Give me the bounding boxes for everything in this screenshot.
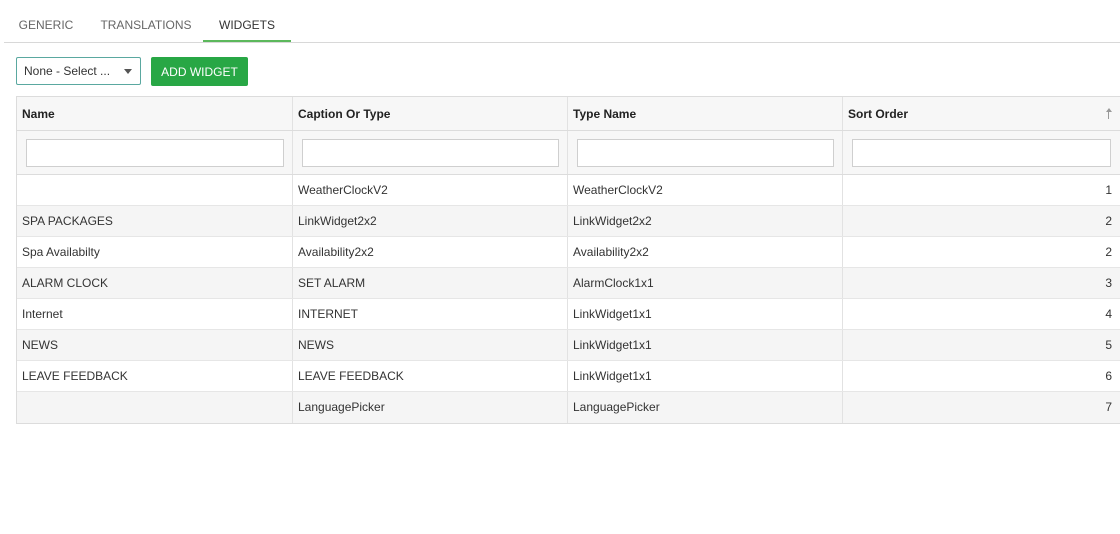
filter-cell-name xyxy=(17,131,292,174)
cell-name: LEAVE FEEDBACK xyxy=(22,369,128,383)
grid-header-row: Name Caption Or Type Type Name Sort Orde… xyxy=(17,97,1120,131)
filter-name-input[interactable] xyxy=(26,138,284,167)
cell-caption: NEWS xyxy=(292,330,567,360)
filter-caption-input[interactable] xyxy=(302,138,559,167)
cell-sort-order: 6 xyxy=(842,361,1120,391)
cell-name xyxy=(17,175,292,205)
cell-sort-order: 7 xyxy=(842,392,1120,423)
column-header-type-name[interactable]: Type Name xyxy=(567,97,842,130)
widgets-grid: Name Caption Or Type Type Name Sort Orde… xyxy=(16,96,1120,424)
cell-caption: LinkWidget2x2 xyxy=(292,206,567,236)
cell-type-name: LinkWidget1x1 xyxy=(567,330,842,360)
table-row[interactable]: LEAVE FEEDBACK LEAVE FEEDBACK LinkWidget… xyxy=(17,361,1120,392)
table-row[interactable]: LanguagePicker LanguagePicker 7 xyxy=(17,392,1120,423)
filter-cell-caption xyxy=(292,131,567,174)
cell-caption: INTERNET xyxy=(292,299,567,329)
filter-sort-order-input[interactable] xyxy=(852,138,1111,167)
cell-type-name: WeatherClockV2 xyxy=(567,175,842,205)
cell-caption: LEAVE FEEDBACK xyxy=(292,361,567,391)
cell-sort-order: 3 xyxy=(842,268,1120,298)
column-header-name[interactable]: Name xyxy=(17,97,292,130)
cell-sort-order: 2 xyxy=(842,206,1120,236)
filter-cell-type-name xyxy=(567,131,842,174)
sort-ascending-icon xyxy=(1106,108,1112,120)
cell-type-name: LinkWidget1x1 xyxy=(567,361,842,391)
cell-sort-order: 1 xyxy=(842,175,1120,205)
cell-caption: SET ALARM xyxy=(292,268,567,298)
column-header-sort-order-label: Sort Order xyxy=(848,107,909,121)
grid-filter-row xyxy=(17,131,1120,175)
widget-type-select[interactable]: None - Select ... xyxy=(16,57,141,85)
table-row[interactable]: SPA PACKAGES LinkWidget2x2 LinkWidget2x2… xyxy=(17,206,1120,237)
cell-sort-order: 4 xyxy=(842,299,1120,329)
cell-sort-order: 2 xyxy=(842,237,1120,267)
column-header-sort-order[interactable]: Sort Order xyxy=(842,97,1120,130)
cell-name xyxy=(17,392,292,423)
cell-name: Internet xyxy=(22,307,63,321)
cell-caption: LanguagePicker xyxy=(292,392,567,423)
tab-translations[interactable]: TRANSLATIONS xyxy=(94,0,198,41)
table-row[interactable]: Internet INTERNET LinkWidget1x1 4 xyxy=(17,299,1120,330)
cell-type-name: LanguagePicker xyxy=(567,392,842,423)
cell-name: ALARM CLOCK xyxy=(22,276,109,290)
cell-name: NEWS xyxy=(22,338,58,352)
add-widget-button[interactable]: ADD WIDGET xyxy=(151,57,248,86)
tab-generic[interactable]: GENERIC xyxy=(4,0,88,41)
table-row[interactable]: ALARM CLOCK SET ALARM AlarmClock1x1 3 xyxy=(17,268,1120,299)
table-row[interactable]: Spa Availabilty Availability2x2 Availabi… xyxy=(17,237,1120,268)
table-row[interactable]: NEWS NEWS LinkWidget1x1 5 xyxy=(17,330,1120,361)
table-row[interactable]: WeatherClockV2 WeatherClockV2 1 xyxy=(17,175,1120,206)
cell-type-name: Availability2x2 xyxy=(567,237,842,267)
cell-sort-order: 5 xyxy=(842,330,1120,360)
column-header-caption[interactable]: Caption Or Type xyxy=(292,97,567,130)
tab-bar: GENERIC TRANSLATIONS WIDGETS xyxy=(4,0,1120,43)
cell-type-name: AlarmClock1x1 xyxy=(567,268,842,298)
tab-widgets[interactable]: WIDGETS xyxy=(203,0,291,42)
cell-caption: WeatherClockV2 xyxy=(292,175,567,205)
filter-cell-sort-order xyxy=(842,131,1120,174)
cell-type-name: LinkWidget1x1 xyxy=(567,299,842,329)
widget-type-select-value: None - Select ... xyxy=(24,64,111,78)
cell-type-name: LinkWidget2x2 xyxy=(567,206,842,236)
cell-name: SPA PACKAGES xyxy=(22,214,113,228)
filter-type-name-input[interactable] xyxy=(577,138,834,167)
chevron-down-icon xyxy=(124,69,132,74)
cell-caption: Availability2x2 xyxy=(292,237,567,267)
cell-name: Spa Availabilty xyxy=(22,245,100,259)
